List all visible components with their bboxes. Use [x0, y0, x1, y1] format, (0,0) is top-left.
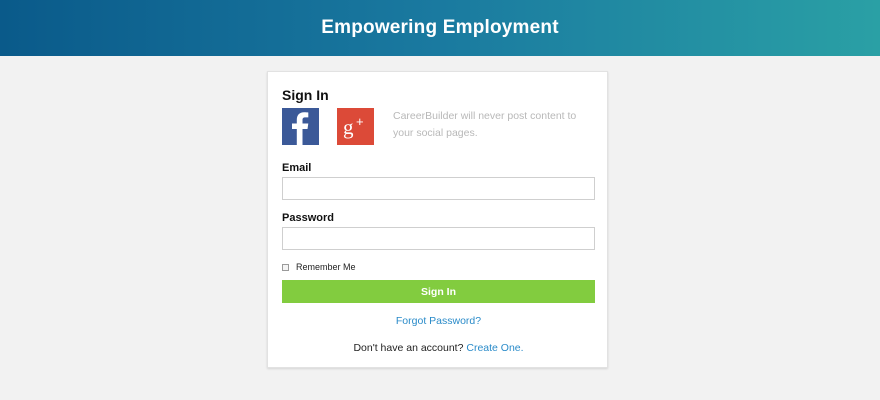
google-plus-icon: g + — [343, 114, 364, 139]
email-label: Email — [282, 162, 312, 174]
email-field[interactable] — [282, 177, 595, 200]
google-plus-signin-button[interactable]: g + — [337, 108, 374, 145]
svg-text:+: + — [356, 114, 364, 129]
password-label: Password — [282, 212, 334, 224]
remember-me-row: Remember Me — [282, 262, 356, 272]
signin-button[interactable]: Sign In — [282, 280, 595, 303]
banner-title: Empowering Employment — [321, 17, 559, 38]
signin-card: Sign In g + CareerBuilder will never pos… — [267, 71, 608, 368]
svg-text:g: g — [343, 115, 354, 139]
signin-heading: Sign In — [282, 87, 329, 103]
no-account-text: Don't have an account? — [353, 342, 464, 354]
remember-me-label[interactable]: Remember Me — [296, 262, 356, 272]
forgot-password-link[interactable]: Forgot Password? — [268, 315, 609, 327]
create-account-link[interactable]: Create One. — [466, 342, 523, 354]
create-account-row: Don't have an account? Create One. — [268, 342, 609, 354]
facebook-signin-button[interactable] — [282, 108, 319, 145]
top-banner: Empowering Employment — [0, 0, 880, 56]
social-privacy-note: CareerBuilder will never post content to… — [393, 110, 577, 139]
facebook-icon — [292, 112, 309, 145]
remember-me-checkbox[interactable] — [282, 263, 289, 271]
password-field[interactable] — [282, 227, 595, 250]
